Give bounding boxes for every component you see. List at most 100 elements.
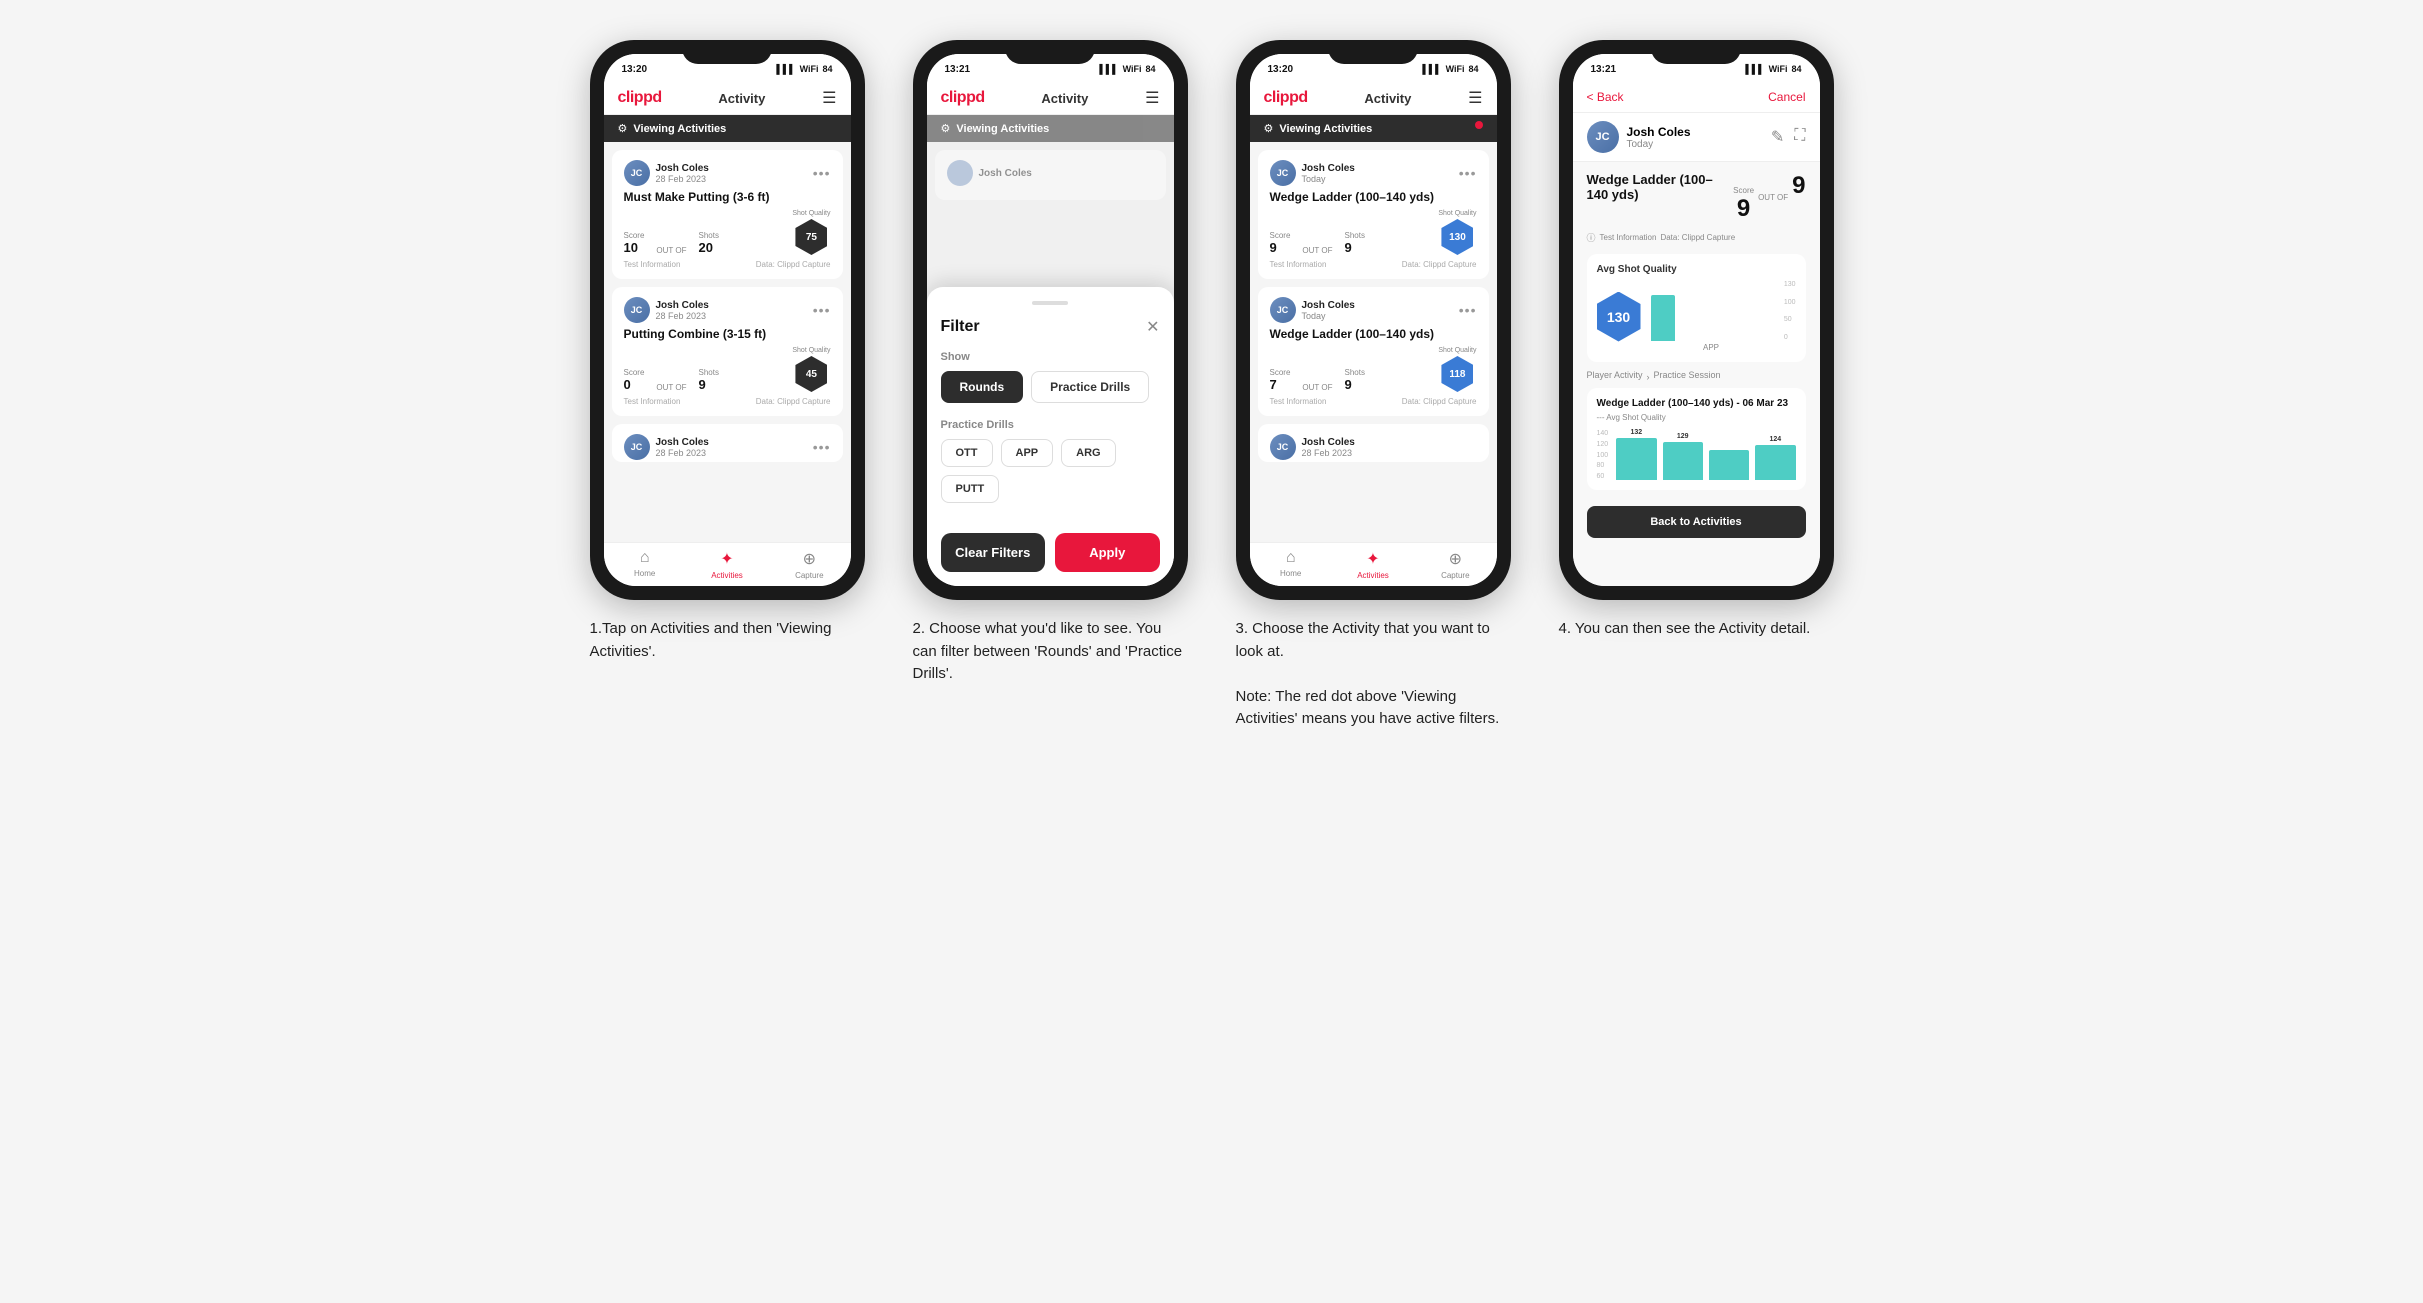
- phone-inner-2: 13:21 ▌▌▌ WiFi 84 clippd Activity ☰ ⚙ Vi…: [927, 54, 1174, 586]
- sq-badge-1-2: 45: [795, 356, 827, 392]
- phone-col-4: 13:21 ▌▌▌ WiFi 84 < Back Cancel JC: [1549, 40, 1844, 641]
- card-header-3-2: JC Josh Coles Today •••: [1270, 297, 1477, 323]
- detail-score-col: Score 9: [1733, 186, 1754, 223]
- user-date-3-2: Today: [1302, 311, 1355, 321]
- activities-label-1: Activities: [711, 571, 743, 580]
- menu-icon-1[interactable]: ☰: [822, 88, 836, 108]
- drill-ott[interactable]: OTT: [941, 439, 993, 467]
- drill-putt[interactable]: PUTT: [941, 475, 1000, 503]
- mini-bars: 132 129: [1616, 430, 1795, 480]
- notch-4: [1651, 40, 1741, 64]
- dots-menu-3-1[interactable]: •••: [1459, 165, 1477, 181]
- card-stats-1-1: Score 10 OUT OF Shots 20 Shot Quality: [624, 210, 831, 255]
- viewing-bar-3[interactable]: ⚙ Viewing Activities: [1250, 115, 1497, 142]
- phone-4: 13:21 ▌▌▌ WiFi 84 < Back Cancel JC: [1559, 40, 1834, 600]
- mini-bars-area: 132 129: [1616, 430, 1795, 480]
- cancel-button[interactable]: Cancel: [1768, 90, 1805, 104]
- y-60: 60: [1597, 473, 1609, 480]
- notch-2: [1005, 40, 1095, 64]
- caption-2: 2. Choose what you'd like to see. You ca…: [913, 618, 1188, 686]
- activity-card-3-1[interactable]: JC Josh Coles Today ••• Wedge Ladder (10…: [1258, 150, 1489, 279]
- user-info-3-1: Josh Coles Today: [1302, 163, 1355, 184]
- apply-button[interactable]: Apply: [1055, 533, 1160, 572]
- viewing-bar-2[interactable]: ⚙ Viewing Activities: [927, 115, 1174, 142]
- sq-group-3-2: Shot Quality 118: [1438, 347, 1476, 392]
- mini-bar-val-2: 129: [1677, 433, 1689, 440]
- viewing-bar-1[interactable]: ⚙ Viewing Activities: [604, 115, 851, 142]
- avatar-3-3: JC: [1270, 434, 1296, 460]
- menu-icon-2[interactable]: ☰: [1145, 88, 1159, 108]
- logo-1: clippd: [618, 89, 662, 107]
- caption-3: 3. Choose the Activity that you want to …: [1236, 618, 1511, 731]
- mini-bar-fill-2: [1663, 442, 1703, 480]
- nav-capture-1[interactable]: ⊕ Capture: [768, 549, 850, 580]
- drill-arg[interactable]: ARG: [1061, 439, 1115, 467]
- activity-card-1-1[interactable]: JC Josh Coles 28 Feb 2023 ••• Must Make …: [612, 150, 843, 279]
- detail-info-icon: ⓘ: [1587, 231, 1596, 244]
- clear-filters-button[interactable]: Clear Filters: [941, 533, 1046, 572]
- dots-menu-3-2[interactable]: •••: [1459, 302, 1477, 318]
- outof-3-1: OUT OF: [1302, 246, 1332, 255]
- home-label-1: Home: [634, 569, 655, 578]
- expand-icon[interactable]: ⛶: [1794, 127, 1805, 147]
- close-icon[interactable]: ✕: [1146, 317, 1159, 337]
- stat-shots-label-3-1: Shots: [1344, 231, 1364, 240]
- practice-drills-button[interactable]: Practice Drills: [1031, 371, 1149, 403]
- header-title-2: Activity: [1041, 91, 1088, 106]
- user-info-3-3: Josh Coles 28 Feb 2023: [1302, 437, 1355, 458]
- dots-menu-1-1[interactable]: •••: [813, 165, 831, 181]
- activity-card-1-3[interactable]: JC Josh Coles 28 Feb 2023 •••: [612, 424, 843, 462]
- sq-group-1-2: Shot Quality 45: [792, 347, 830, 392]
- nav-capture-3[interactable]: ⊕ Capture: [1414, 549, 1496, 580]
- drill-app[interactable]: APP: [1001, 439, 1054, 467]
- nav-home-1[interactable]: ⌂ Home: [604, 549, 686, 580]
- detail-user-date: Today: [1627, 139, 1691, 150]
- stat-shots-val-3-1: 9: [1344, 240, 1364, 255]
- footer1-3-1: Test Information: [1270, 260, 1327, 269]
- activity-card-3-3[interactable]: JC Josh Coles 28 Feb 2023: [1258, 424, 1489, 462]
- stat-score-1-1: Score 10: [624, 231, 645, 255]
- stat-score-label-3-2: Score: [1270, 368, 1291, 377]
- user-date-1-2: 28 Feb 2023: [656, 311, 709, 321]
- card-header-1-1: JC Josh Coles 28 Feb 2023 •••: [624, 160, 831, 186]
- wifi-icon-4: WiFi: [1769, 64, 1788, 74]
- header-title-1: Activity: [718, 91, 765, 106]
- card-user-3-3: JC Josh Coles 28 Feb 2023: [1270, 434, 1355, 460]
- player-activity-row: Player Activity › Practice Session: [1587, 370, 1806, 384]
- card-footer-3-2: Test Information Data: Clippd Capture: [1270, 397, 1477, 406]
- stat-score-3-1: Score 9: [1270, 231, 1291, 255]
- filter-modal: Filter ✕ Show Rounds Practice Drills Pra…: [927, 287, 1174, 586]
- detail-drill-title: Wedge Ladder (100–140 yds): [1587, 172, 1734, 202]
- stat-shots-3-2: Shots 9: [1344, 368, 1364, 392]
- card-header-1-2: JC Josh Coles 28 Feb 2023 •••: [624, 297, 831, 323]
- footer1-1-1: Test Information: [624, 260, 681, 269]
- edit-icon[interactable]: ✎: [1771, 127, 1784, 147]
- arrow-icon: ›: [1647, 372, 1650, 382]
- dots-menu-1-3[interactable]: •••: [813, 439, 831, 455]
- back-activities-button[interactable]: Back to Activities: [1587, 506, 1806, 538]
- signal-icon-4: ▌▌▌: [1745, 64, 1764, 74]
- caption-1: 1.Tap on Activities and then 'Viewing Ac…: [590, 618, 865, 663]
- stat-shots-val-3-2: 9: [1344, 377, 1364, 392]
- menu-icon-3[interactable]: ☰: [1468, 88, 1482, 108]
- user-name-1-2: Josh Coles: [656, 300, 709, 311]
- activity-card-3-2[interactable]: JC Josh Coles Today ••• Wedge Ladder (10…: [1258, 287, 1489, 416]
- detail-info-text2: Data: Clippd Capture: [1660, 233, 1735, 242]
- nav-activities-1[interactable]: ✦ Activities: [686, 549, 768, 580]
- rounds-button[interactable]: Rounds: [941, 371, 1024, 403]
- nav-activities-3[interactable]: ✦ Activities: [1332, 549, 1414, 580]
- back-button[interactable]: < Back: [1587, 90, 1624, 104]
- activity-list-1: JC Josh Coles 28 Feb 2023 ••• Must Make …: [604, 142, 851, 542]
- nav-home-3[interactable]: ⌂ Home: [1250, 549, 1332, 580]
- mini-chart-subtitle: --- Avg Shot Quality: [1597, 413, 1796, 422]
- bottom-nav-1: ⌂ Home ✦ Activities ⊕ Capture: [604, 542, 851, 586]
- card-title-1-1: Must Make Putting (3-6 ft): [624, 190, 831, 204]
- stat-score-1-2: Score 0: [624, 368, 645, 392]
- card-stats-3-1: Score 9 OUT OF Shots 9 Shot Quality: [1270, 210, 1477, 255]
- dots-menu-1-2[interactable]: •••: [813, 302, 831, 318]
- y-100: 100: [1784, 299, 1796, 306]
- chart-bars-wrap: [1651, 281, 1796, 341]
- activity-card-1-2[interactable]: JC Josh Coles 28 Feb 2023 ••• Putting Co…: [612, 287, 843, 416]
- card-title-3-2: Wedge Ladder (100–140 yds): [1270, 327, 1477, 341]
- home-icon-3: ⌂: [1286, 549, 1296, 567]
